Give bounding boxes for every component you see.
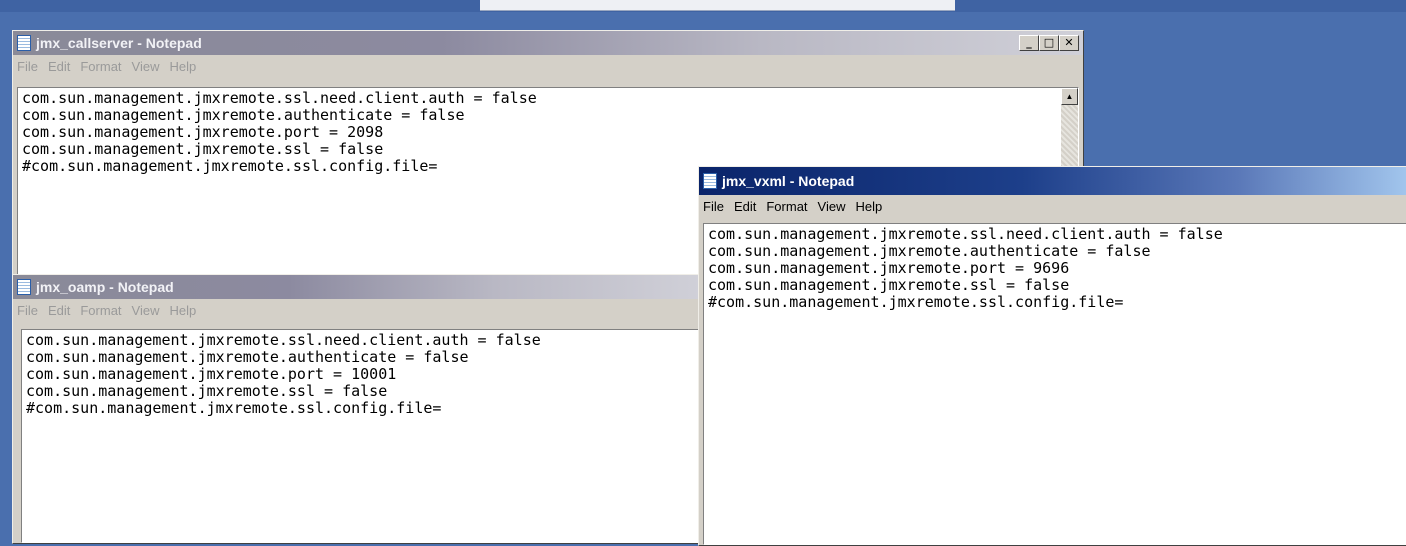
menu-format[interactable]: Format bbox=[80, 303, 121, 318]
notepad-window-vxml[interactable]: jmx_vxml - Notepad File Edit Format View… bbox=[698, 166, 1406, 546]
notepad-icon bbox=[703, 173, 717, 189]
menubar-callserver: File Edit Format View Help bbox=[13, 55, 1083, 77]
menu-file[interactable]: File bbox=[703, 199, 724, 214]
background-window-edge bbox=[480, 0, 955, 11]
menu-view[interactable]: View bbox=[818, 199, 846, 214]
minimize-button[interactable]: _ bbox=[1019, 35, 1039, 51]
titlebar-oamp[interactable]: jmx_oamp - Notepad bbox=[13, 275, 701, 299]
file-content: com.sun.management.jmxremote.ssl.need.cl… bbox=[22, 89, 537, 175]
menubar-vxml: File Edit Format View Help bbox=[699, 195, 1406, 217]
menu-file[interactable]: File bbox=[17, 303, 38, 318]
text-area-vxml[interactable]: com.sun.management.jmxremote.ssl.need.cl… bbox=[703, 223, 1406, 545]
titlebar-callserver[interactable]: jmx_callserver - Notepad _ □ ✕ bbox=[13, 31, 1083, 55]
notepad-icon bbox=[17, 35, 31, 51]
window-title: jmx_vxml - Notepad bbox=[722, 173, 855, 189]
text-area-oamp[interactable]: com.sun.management.jmxremote.ssl.need.cl… bbox=[21, 329, 701, 543]
menu-edit[interactable]: Edit bbox=[48, 303, 70, 318]
scroll-up-icon[interactable]: ▲ bbox=[1061, 88, 1078, 105]
window-controls: _ □ ✕ bbox=[1019, 35, 1079, 51]
menu-format[interactable]: Format bbox=[766, 199, 807, 214]
close-button[interactable]: ✕ bbox=[1059, 35, 1079, 51]
menu-view[interactable]: View bbox=[132, 59, 160, 74]
maximize-button[interactable]: □ bbox=[1039, 35, 1059, 51]
notepad-window-oamp[interactable]: jmx_oamp - Notepad File Edit Format View… bbox=[12, 274, 702, 544]
titlebar-vxml[interactable]: jmx_vxml - Notepad bbox=[699, 167, 1406, 195]
file-content: com.sun.management.jmxremote.ssl.need.cl… bbox=[708, 225, 1223, 311]
menu-help[interactable]: Help bbox=[855, 199, 882, 214]
menu-file[interactable]: File bbox=[17, 59, 38, 74]
menu-view[interactable]: View bbox=[132, 303, 160, 318]
notepad-icon bbox=[17, 279, 31, 295]
menu-help[interactable]: Help bbox=[169, 59, 196, 74]
menubar-oamp: File Edit Format View Help bbox=[13, 299, 701, 321]
menu-format[interactable]: Format bbox=[80, 59, 121, 74]
menu-edit[interactable]: Edit bbox=[734, 199, 756, 214]
menu-help[interactable]: Help bbox=[169, 303, 196, 318]
file-content: com.sun.management.jmxremote.ssl.need.cl… bbox=[26, 331, 541, 417]
menu-edit[interactable]: Edit bbox=[48, 59, 70, 74]
window-title: jmx_oamp - Notepad bbox=[36, 279, 174, 295]
window-title: jmx_callserver - Notepad bbox=[36, 35, 202, 51]
